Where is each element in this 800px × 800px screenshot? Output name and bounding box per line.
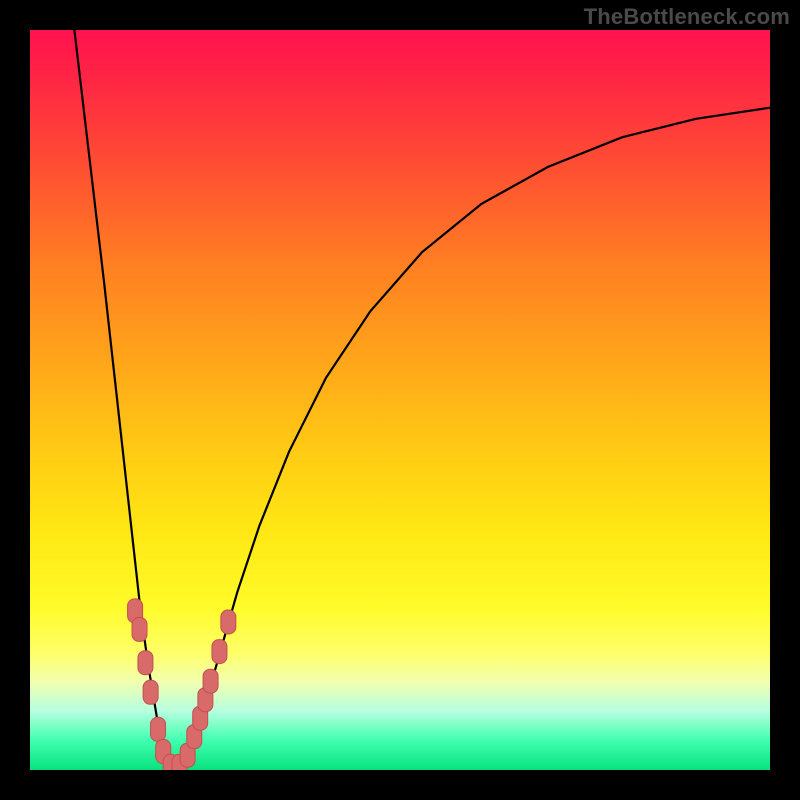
watermark-text: TheBottleneck.com: [584, 4, 790, 30]
curve-layer: [30, 30, 770, 770]
highlight-marker: [138, 651, 153, 675]
highlight-marker: [221, 610, 236, 634]
highlight-markers: [128, 599, 236, 770]
curve-left-branch: [74, 30, 166, 763]
highlight-marker: [203, 669, 218, 693]
highlight-marker: [132, 617, 147, 641]
curve-right-branch: [197, 108, 771, 733]
highlight-marker: [212, 640, 227, 664]
plot-area: [30, 30, 770, 770]
highlight-marker: [143, 680, 158, 704]
chart-frame: TheBottleneck.com: [0, 0, 800, 800]
highlight-marker: [151, 717, 166, 741]
